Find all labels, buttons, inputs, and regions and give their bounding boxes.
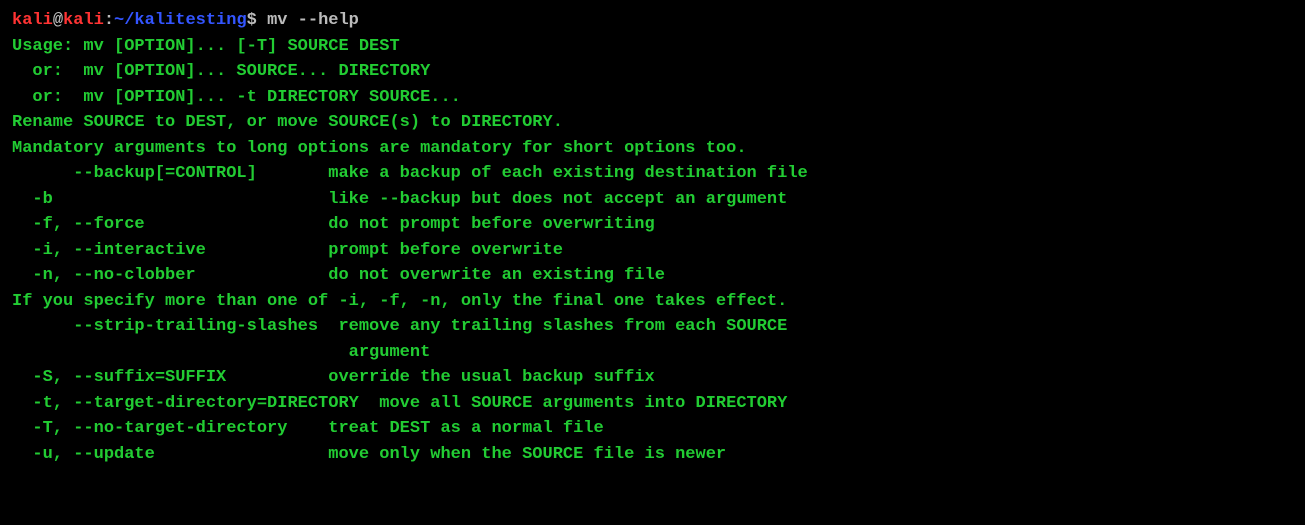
output-line: Usage: mv [OPTION]... [-T] SOURCE DEST: [12, 34, 1293, 60]
output-line: or: mv [OPTION]... -t DIRECTORY SOURCE..…: [12, 85, 1293, 111]
output-line: -n, --no-clobber do not overwrite an exi…: [12, 263, 1293, 289]
output-line: -b like --backup but does not accept an …: [12, 187, 1293, 213]
output-line: -T, --no-target-directory treat DEST as …: [12, 416, 1293, 442]
output-line: argument: [12, 340, 1293, 366]
output-line: -i, --interactive prompt before overwrit…: [12, 238, 1293, 264]
prompt-host: kali: [63, 11, 104, 30]
output-line: If you specify more than one of -i, -f, …: [12, 289, 1293, 315]
prompt-user: kali: [12, 11, 53, 30]
terminal-prompt-line[interactable]: kali@kali:~/kalitesting$ mv --help: [12, 8, 1293, 34]
output-line: --backup[=CONTROL] make a backup of each…: [12, 161, 1293, 187]
output-line: -u, --update move only when the SOURCE f…: [12, 442, 1293, 468]
output-line: Rename SOURCE to DEST, or move SOURCE(s)…: [12, 110, 1293, 136]
prompt-at: @: [53, 11, 63, 30]
output-line: --strip-trailing-slashes remove any trai…: [12, 314, 1293, 340]
prompt-path: ~/kalitesting: [114, 11, 247, 30]
output-line: -f, --force do not prompt before overwri…: [12, 212, 1293, 238]
prompt-command: mv --help: [267, 11, 359, 30]
output-line: or: mv [OPTION]... SOURCE... DIRECTORY: [12, 59, 1293, 85]
output-line: Mandatory arguments to long options are …: [12, 136, 1293, 162]
output-line: -t, --target-directory=DIRECTORY move al…: [12, 391, 1293, 417]
prompt-dollar: $: [247, 11, 267, 30]
prompt-colon: :: [104, 11, 114, 30]
output-line: -S, --suffix=SUFFIX override the usual b…: [12, 365, 1293, 391]
